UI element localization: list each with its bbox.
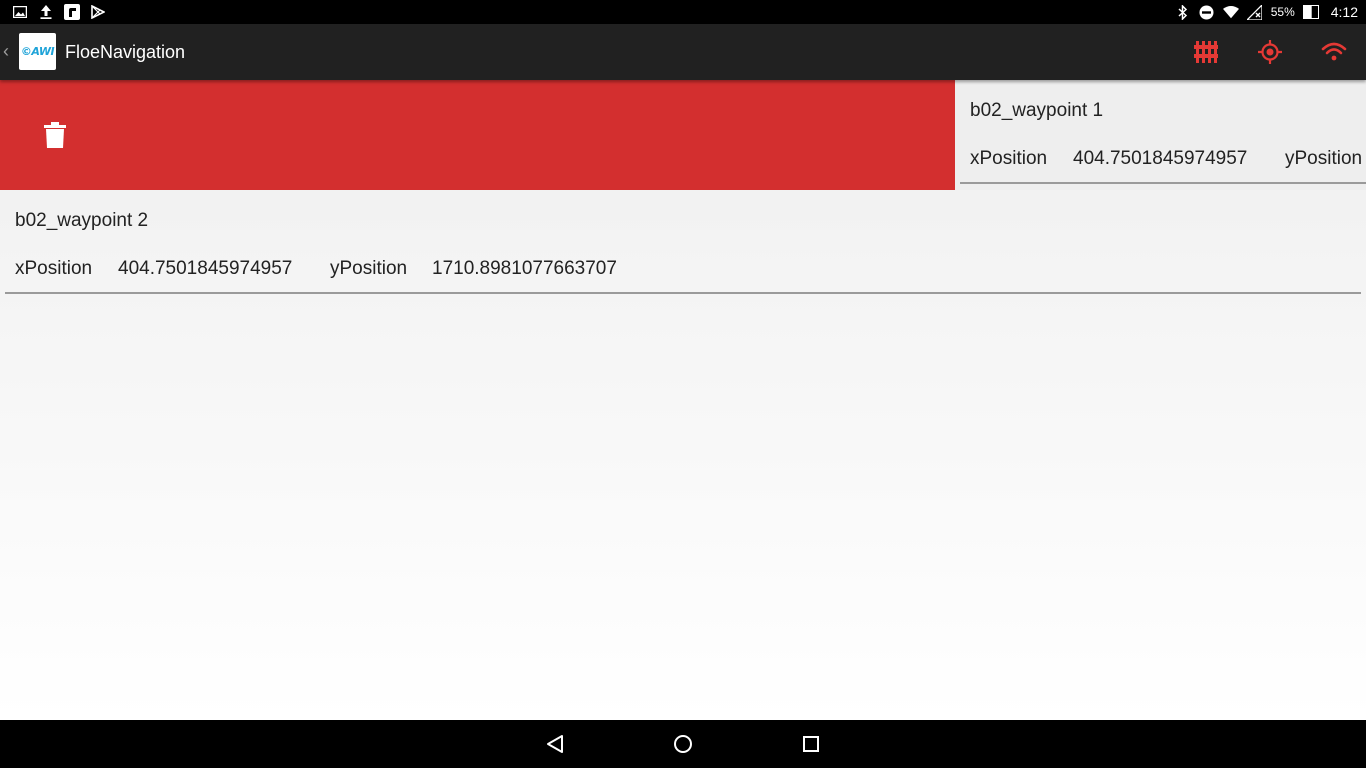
home-icon[interactable] <box>671 732 695 756</box>
waypoint-name: b02_waypoint 2 <box>15 210 149 231</box>
divider <box>960 182 1366 184</box>
y-position-label: yPosition <box>330 258 408 279</box>
list-item[interactable]: b02_waypoint 1 xPosition 404.750184597495… <box>955 80 1366 190</box>
no-signal-icon <box>1247 4 1263 20</box>
delete-button[interactable] <box>40 120 70 150</box>
waypoint-position: xPosition 404.7501845974957 yPosition 1710.… <box>15 258 617 280</box>
app-logo[interactable]: ©AWI <box>19 33 56 70</box>
gallery-icon <box>12 4 28 20</box>
app-icon <box>64 4 80 20</box>
x-position-label: xPosition <box>970 148 1048 169</box>
notification-icons <box>12 3 106 21</box>
swipe-delete-background <box>0 80 955 190</box>
y-position-value: 1710.8981077663707 <box>432 258 617 279</box>
waypoint-position: xPosition 404.7501845974957 yPosition <box>970 148 1366 170</box>
app-title: FloeNavigation <box>65 42 186 62</box>
x-position-label: xPosition <box>15 258 93 279</box>
divider <box>5 292 1361 294</box>
battery-percent: 55% <box>1270 5 1295 19</box>
upload-icon <box>38 4 54 20</box>
system-icons: 55% 4:12 <box>1175 0 1358 24</box>
back-icon[interactable] <box>543 732 567 756</box>
clock: 4:12 <box>1330 4 1358 20</box>
status-bar: 55% 4:12 <box>0 0 1366 24</box>
sliders-icon[interactable] <box>1192 38 1220 66</box>
navigation-bar <box>0 720 1366 768</box>
waypoint-list: b02_waypoint 1 xPosition 404.750184597495… <box>0 80 1366 720</box>
bluetooth-icon <box>1175 4 1191 20</box>
app-bar: ‹ ©AWI FloeNavigation <box>0 24 1366 80</box>
waypoint-name: b02_waypoint 1 <box>970 100 1104 121</box>
play-store-icon <box>90 4 106 20</box>
trash-icon <box>44 122 66 148</box>
app-logo-text: ©AWI <box>20 45 55 58</box>
up-navigation-icon[interactable]: ‹ <box>3 41 13 61</box>
wifi-icon <box>1222 4 1239 20</box>
list-item[interactable]: b02_waypoint 2 xPosition 404.750184597495… <box>0 190 1366 296</box>
x-position-value: 404.7501845974957 <box>1073 148 1248 169</box>
y-position-label: yPosition <box>1285 148 1363 169</box>
recents-icon[interactable] <box>799 732 823 756</box>
x-position-value: 404.7501845974957 <box>118 258 293 279</box>
wifi-status-icon[interactable] <box>1320 38 1348 66</box>
battery-icon <box>1302 4 1319 20</box>
do-not-disturb-icon <box>1199 4 1215 20</box>
gps-target-icon[interactable] <box>1256 38 1284 66</box>
